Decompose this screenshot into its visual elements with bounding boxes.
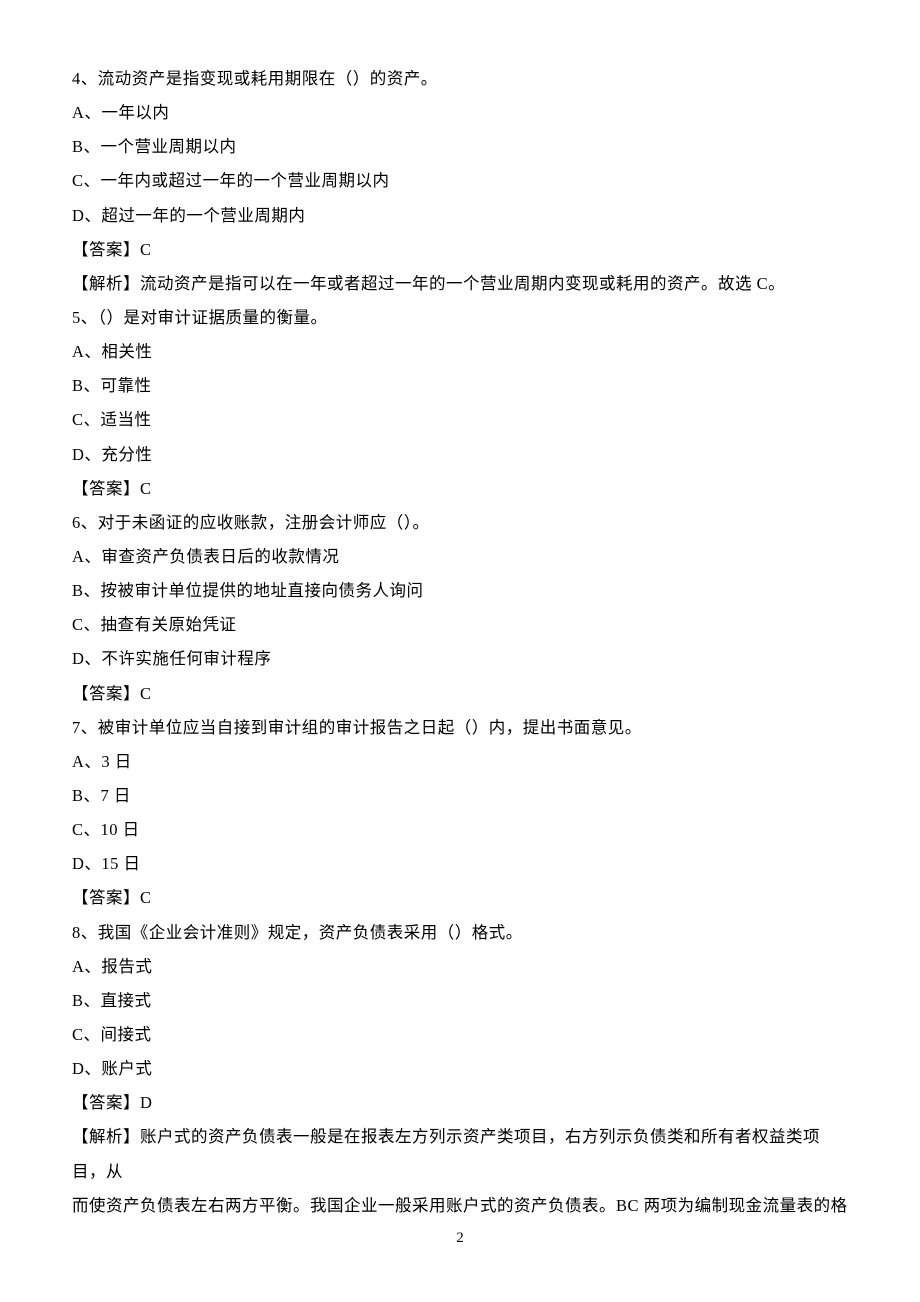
- q6-option-b: B、按被审计单位提供的地址直接向债务人询问: [72, 574, 848, 608]
- q6-option-c: C、抽查有关原始凭证: [72, 608, 848, 642]
- q4-option-a: A、一年以内: [72, 96, 848, 130]
- q8-analysis-line1: 【解析】账户式的资产负债表一般是在报表左方列示资产类项目，右方列示负债类和所有者…: [72, 1120, 848, 1188]
- q8-analysis-line2: 而使资产负债表左右两方平衡。我国企业一般采用账户式的资产负债表。BC 两项为编制…: [72, 1189, 848, 1223]
- q4-answer: 【答案】C: [72, 233, 848, 267]
- q8-stem: 8、我国《企业会计准则》规定，资产负债表采用（）格式。: [72, 916, 848, 950]
- q4-option-b: B、一个营业周期以内: [72, 130, 848, 164]
- q7-option-b: B、7 日: [72, 779, 848, 813]
- q7-answer: 【答案】C: [72, 881, 848, 915]
- q8-option-c: C、间接式: [72, 1018, 848, 1052]
- q7-option-d: D、15 日: [72, 847, 848, 881]
- q5-option-a: A、相关性: [72, 335, 848, 369]
- q4-stem: 4、流动资产是指变现或耗用期限在（）的资产。: [72, 62, 848, 96]
- q6-option-d: D、不许实施任何审计程序: [72, 642, 848, 676]
- q7-option-a: A、3 日: [72, 745, 848, 779]
- q8-option-a: A、报告式: [72, 950, 848, 984]
- q5-stem: 5、（）是对审计证据质量的衡量。: [72, 301, 848, 335]
- page-number: 2: [0, 1223, 920, 1254]
- q7-option-c: C、10 日: [72, 813, 848, 847]
- document-page: 4、流动资产是指变现或耗用期限在（）的资产。 A、一年以内 B、一个营业周期以内…: [0, 0, 920, 1302]
- q4-option-d: D、超过一年的一个营业周期内: [72, 199, 848, 233]
- q7-stem: 7、被审计单位应当自接到审计组的审计报告之日起（）内，提出书面意见。: [72, 711, 848, 745]
- q4-option-c: C、一年内或超过一年的一个营业周期以内: [72, 164, 848, 198]
- q5-option-b: B、可靠性: [72, 369, 848, 403]
- q6-answer: 【答案】C: [72, 677, 848, 711]
- q6-stem: 6、对于未函证的应收账款，注册会计师应（）。: [72, 506, 848, 540]
- q4-analysis: 【解析】流动资产是指可以在一年或者超过一年的一个营业周期内变现或耗用的资产。故选…: [72, 267, 848, 301]
- q5-option-d: D、充分性: [72, 438, 848, 472]
- q8-option-d: D、账户式: [72, 1052, 848, 1086]
- q5-answer: 【答案】C: [72, 472, 848, 506]
- q5-option-c: C、适当性: [72, 403, 848, 437]
- q8-option-b: B、直接式: [72, 984, 848, 1018]
- q8-answer: 【答案】D: [72, 1086, 848, 1120]
- q6-option-a: A、审查资产负债表日后的收款情况: [72, 540, 848, 574]
